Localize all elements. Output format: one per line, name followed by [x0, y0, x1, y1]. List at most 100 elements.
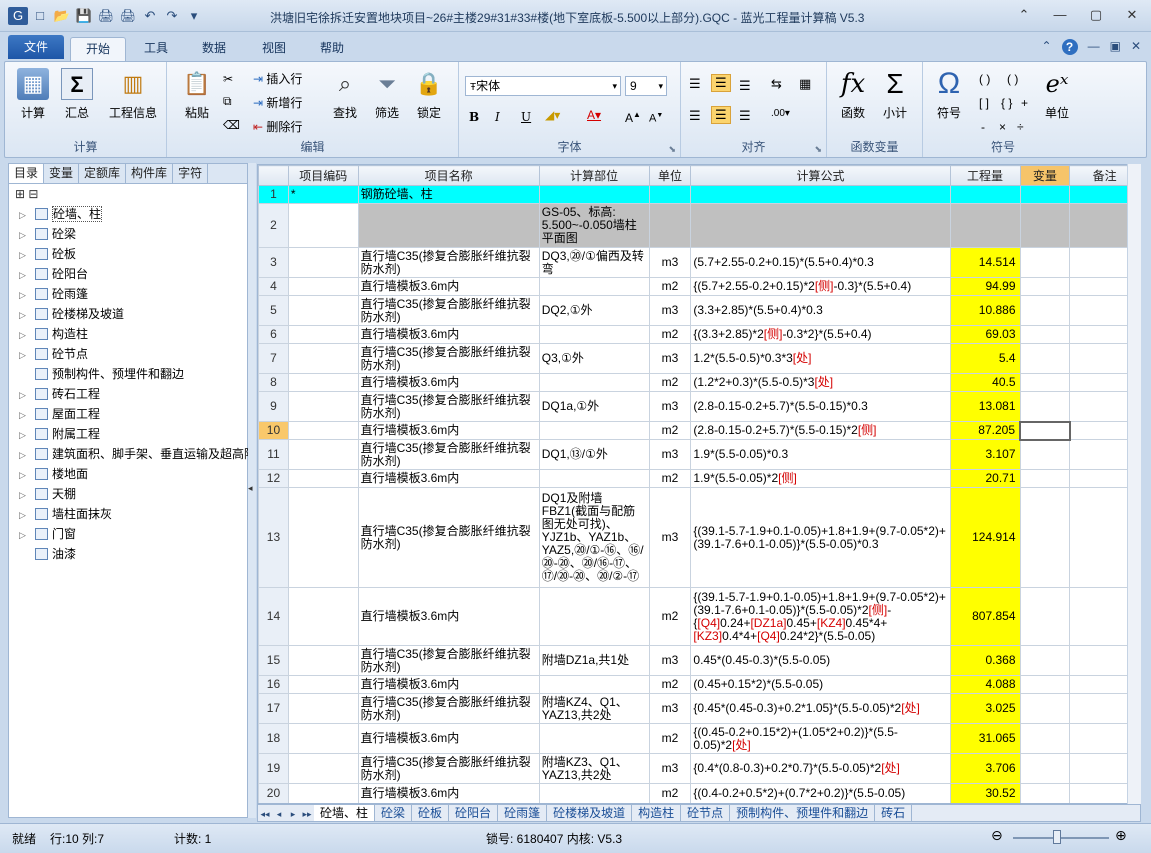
first-sheet-icon[interactable]: ◂◂: [258, 806, 272, 821]
part-cell[interactable]: 附墙KZ3、Q1、YAZ13,共2处: [538, 753, 650, 784]
minimize-button[interactable]: —: [1049, 6, 1071, 24]
lock-button[interactable]: 🔒 锁定: [409, 68, 449, 121]
variable-cell[interactable]: [1019, 203, 1071, 248]
sheet-tab[interactable]: 砼阳台: [449, 805, 499, 821]
redo-icon[interactable]: ↷: [162, 7, 182, 25]
zoom-out-icon[interactable]: ⊖: [991, 827, 1003, 844]
function-button[interactable]: fx 函数: [833, 68, 873, 121]
item-name-cell[interactable]: 直行墙C35(掺复合膨胀纤维抗裂防水剂): [357, 753, 540, 784]
formula-cell[interactable]: {0.4*(0.8-0.3)+0.2*0.7}*(5.5-0.05)*2[处]: [690, 753, 951, 784]
tree-item[interactable]: ▷ 砼雨篷: [9, 284, 247, 304]
item-code-cell[interactable]: [287, 439, 359, 470]
align-bottom-icon[interactable]: ☰: [739, 78, 751, 94]
calc-button[interactable]: ▦ 计算: [13, 68, 53, 121]
item-code-cell[interactable]: [287, 723, 359, 754]
collapse-arrow-icon[interactable]: ◂: [248, 483, 253, 494]
quantity-cell[interactable]: 30.52: [949, 783, 1021, 803]
chevron-right-icon[interactable]: ▷: [19, 225, 29, 245]
item-name-cell[interactable]: 直行墙C35(掺复合膨胀纤维抗裂防水剂): [357, 295, 540, 326]
catalog-tab-1[interactable]: 变量: [44, 164, 80, 183]
variable-cell[interactable]: [1019, 723, 1071, 754]
tree-item[interactable]: ▷ 砖石工程: [9, 384, 247, 404]
item-code-cell[interactable]: [287, 469, 359, 488]
merge-cells-icon[interactable]: ▦: [799, 76, 811, 92]
item-name-cell[interactable]: 直行墙模板3.6m内: [357, 723, 540, 754]
table-row[interactable]: 3 直行墙C35(掺复合膨胀纤维抗裂防水剂) DQ3,⑳/①偏西及转弯 m3 (5.7+…: [258, 247, 1140, 278]
item-name-cell[interactable]: 直行墙模板3.6m内: [357, 421, 540, 440]
item-name-cell[interactable]: 直行墙模板3.6m内: [357, 587, 540, 646]
tree-item[interactable]: ▷ 砼节点: [9, 344, 247, 364]
formula-cell[interactable]: {(39.1-5.7-1.9+0.1-0.05)+1.8+1.9+(9.7-0.…: [690, 587, 951, 646]
variable-cell[interactable]: [1019, 325, 1071, 344]
save-icon[interactable]: 💾: [74, 7, 94, 25]
item-name-cell[interactable]: 直行墙C35(掺复合膨胀纤维抗裂防水剂): [357, 391, 540, 422]
customize-icon[interactable]: ▾: [184, 7, 204, 25]
item-code-cell[interactable]: [287, 391, 359, 422]
unit-cell[interactable]: m2: [648, 325, 692, 344]
chevron-right-icon[interactable]: ▷: [19, 325, 29, 345]
unit-cell[interactable]: m3: [648, 693, 692, 724]
unit-cell[interactable]: m3: [648, 343, 692, 374]
filter-button[interactable]: ⏷ 筛选: [367, 68, 407, 121]
item-code-cell[interactable]: [287, 783, 359, 803]
subtotal-button[interactable]: Σ 小计: [875, 68, 915, 121]
quantity-cell[interactable]: 0.368: [949, 645, 1021, 676]
table-row[interactable]: 1 * 钢筋砼墙、柱: [258, 185, 1140, 204]
formula-cell[interactable]: [690, 203, 951, 248]
item-name-cell[interactable]: 直行墙C35(掺复合膨胀纤维抗裂防水剂): [357, 645, 540, 676]
unit-cell[interactable]: [648, 203, 692, 248]
sheet-tab[interactable]: 构造柱: [632, 805, 682, 821]
app-logo-icon[interactable]: G: [8, 7, 28, 25]
next-sheet-icon[interactable]: ▸: [286, 806, 300, 821]
formula-cell[interactable]: (5.7+2.55-0.2+0.15)*(5.5+0.4)*0.3: [690, 247, 951, 278]
unit-cell[interactable]: m2: [648, 373, 692, 392]
align-center-icon[interactable]: ☰: [711, 106, 731, 124]
item-code-cell[interactable]: [287, 693, 359, 724]
tree-item[interactable]: ▷ 砼板: [9, 244, 247, 264]
tab-tools[interactable]: 工具: [134, 37, 178, 61]
zoom-in-icon[interactable]: ⊕: [1115, 827, 1127, 844]
multiply-button[interactable]: ×: [999, 120, 1006, 134]
variable-cell[interactable]: [1019, 753, 1071, 784]
item-name-cell[interactable]: 直行墙模板3.6m内: [357, 783, 540, 803]
table-row[interactable]: 12 直行墙模板3.6m内 m2 1.9*(5.5-0.05)*2[侧] 20.71: [258, 469, 1140, 488]
part-cell[interactable]: DQ1及附墙FBZ1(截面与配筋图无处可找)、YJZ1b、YAZ1b、YAZ5,…: [538, 487, 650, 588]
table-row[interactable]: 19 直行墙C35(掺复合膨胀纤维抗裂防水剂) 附墙KZ3、Q1、YAZ13,共2处…: [258, 753, 1140, 784]
vertical-scrollbar[interactable]: [1127, 164, 1141, 804]
unit-button[interactable]: eˣ 单位: [1037, 68, 1077, 121]
paste-button[interactable]: 📋 粘贴: [177, 68, 217, 121]
help-icon[interactable]: ?: [1061, 39, 1078, 55]
sheet-tab[interactable]: 砼楼梯及坡道: [547, 805, 633, 821]
tree-item[interactable]: ▷ 天棚: [9, 484, 247, 504]
quantity-cell[interactable]: 3.025: [949, 693, 1021, 724]
quantity-cell[interactable]: 3.706: [949, 753, 1021, 784]
part-cell[interactable]: 附墙KZ4、Q1、YAZ13,共2处: [538, 693, 650, 724]
unit-cell[interactable]: [648, 185, 692, 204]
tab-home[interactable]: 开始: [70, 37, 126, 61]
column-header[interactable]: 工程量: [949, 165, 1021, 186]
part-cell[interactable]: DQ3,⑳/①偏西及转弯: [538, 247, 650, 278]
tree-item[interactable]: 预制构件、预埋件和翻边: [9, 364, 247, 384]
formula-cell[interactable]: (3.3+2.85)*(5.5+0.4)*0.3: [690, 295, 951, 326]
quantity-cell[interactable]: 31.065: [949, 723, 1021, 754]
align-right-icon[interactable]: ☰: [739, 108, 751, 124]
unit-cell[interactable]: m3: [648, 247, 692, 278]
new-file-icon[interactable]: □: [30, 7, 50, 25]
unit-cell[interactable]: m3: [648, 439, 692, 470]
quantity-cell[interactable]: 69.03: [949, 325, 1021, 344]
item-name-cell[interactable]: 钢筋砼墙、柱: [357, 185, 540, 204]
formula-cell[interactable]: {(5.7+2.55-0.2+0.15)*2[侧]-0.3}*(5.5+0.4): [690, 277, 951, 296]
catalog-tab-4[interactable]: 字符: [173, 164, 209, 183]
ribbon-collapse-icon[interactable]: ⌃: [1013, 6, 1035, 24]
restore-window-icon[interactable]: ▣: [1110, 39, 1121, 55]
part-cell[interactable]: DQ1a,①外: [538, 391, 650, 422]
quantity-cell[interactable]: 14.514: [949, 247, 1021, 278]
unit-cell[interactable]: m2: [648, 783, 692, 803]
formula-cell[interactable]: (1.2*2+0.3)*(5.5-0.5)*3[处]: [690, 373, 951, 392]
unit-cell[interactable]: m3: [648, 753, 692, 784]
symbol-button[interactable]: Ω 符号: [929, 68, 969, 121]
item-code-cell[interactable]: [287, 247, 359, 278]
open-folder-icon[interactable]: 📂: [52, 7, 72, 25]
column-header[interactable]: 项目编码: [287, 165, 359, 186]
chevron-right-icon[interactable]: ▷: [19, 265, 29, 285]
